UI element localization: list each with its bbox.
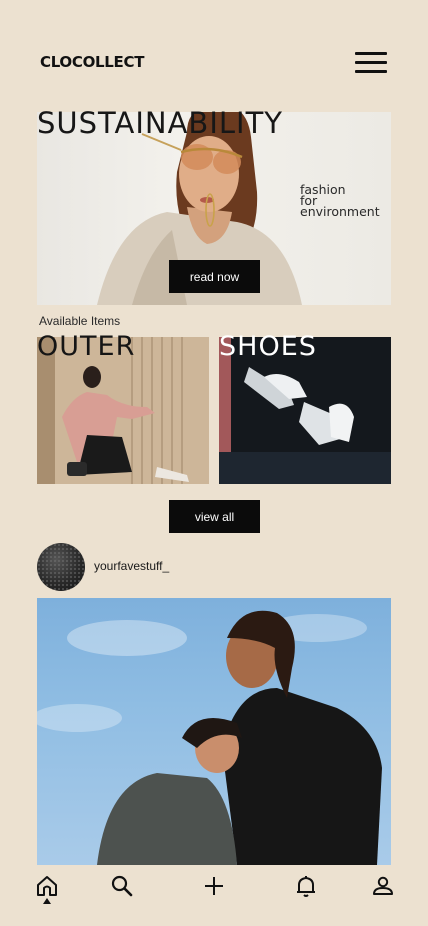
hero-tagline: fashion for environment bbox=[300, 183, 380, 219]
category-title-shoes: SHOES bbox=[219, 331, 317, 362]
home-icon[interactable] bbox=[35, 874, 59, 898]
post-photo bbox=[37, 610, 382, 865]
bottom-nav bbox=[0, 866, 428, 926]
user-icon[interactable] bbox=[371, 874, 395, 898]
plus-icon[interactable] bbox=[202, 874, 226, 898]
category-title-outer: OUTER bbox=[37, 331, 136, 362]
view-all-button[interactable]: view all bbox=[169, 500, 260, 533]
active-indicator bbox=[43, 898, 51, 904]
post-username[interactable]: yourfavestuff_ bbox=[94, 559, 169, 573]
read-now-button[interactable]: read now bbox=[169, 260, 260, 293]
avatar[interactable] bbox=[37, 543, 85, 591]
brand-logo[interactable]: CLOCOLLECT bbox=[40, 53, 144, 71]
tagline-line: environment bbox=[300, 204, 380, 219]
post-image[interactable] bbox=[37, 598, 391, 865]
bell-icon[interactable] bbox=[294, 874, 318, 898]
search-icon[interactable] bbox=[110, 874, 134, 898]
section-label: Available Items bbox=[39, 314, 121, 328]
hamburger-icon[interactable] bbox=[355, 50, 387, 76]
app-screen: CLOCOLLECT SUSTAINABILITY fashion for en… bbox=[0, 0, 428, 926]
hero-title: SUSTAINABILITY bbox=[37, 106, 284, 140]
